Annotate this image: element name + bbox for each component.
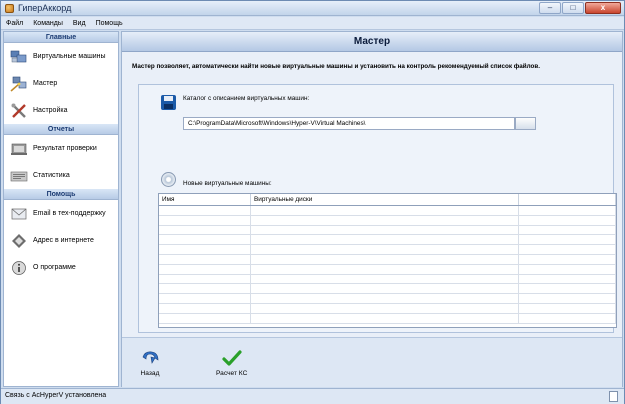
wizard-icon <box>10 76 28 92</box>
wizard-panel: Каталог с описанием виртуальных машин: C… <box>138 84 617 333</box>
compute-checksum-button[interactable]: Расчет КС <box>216 350 247 377</box>
sidebar-item-label: Email в тех-поддержку <box>33 210 106 217</box>
menu-commands[interactable]: Команды <box>28 17 68 29</box>
compute-label: Расчет КС <box>216 370 248 377</box>
sidebar-item-web-address[interactable]: Адрес в интернете <box>4 227 118 254</box>
disc-icon <box>161 172 176 187</box>
close-button[interactable]: x <box>585 2 621 14</box>
sidebar-item-label: Виртуальные машины <box>33 53 106 60</box>
about-icon <box>10 260 28 276</box>
sidebar-item-label: Настройка <box>33 107 68 114</box>
settings-tools-icon <box>10 103 28 119</box>
table-row[interactable] <box>159 303 616 314</box>
check-results-icon <box>10 141 28 157</box>
table-row[interactable] <box>159 274 616 285</box>
sidebar: Главные Виртуальные машины Мастер Настро… <box>3 31 119 387</box>
table-row[interactable] <box>159 294 616 304</box>
new-vms-label: Новые виртуальные машины: <box>183 180 272 187</box>
sidebar-item-virtual-machines[interactable]: Виртуальные машины <box>4 43 118 70</box>
table-row[interactable] <box>159 206 616 216</box>
column-extra[interactable] <box>519 194 616 205</box>
document-icon <box>609 391 618 402</box>
action-bar: Назад Расчет КС <box>122 337 622 387</box>
email-icon <box>10 206 28 222</box>
floppy-disk-icon <box>161 95 176 110</box>
app-logo-icon <box>5 4 14 13</box>
sidebar-item-check-results[interactable]: Результат проверки <box>4 135 118 162</box>
browse-button[interactable] <box>515 117 536 130</box>
sidebar-group-main[interactable]: Главные <box>4 32 118 43</box>
intro-text: Мастер позволяет, автоматически найти но… <box>132 63 541 70</box>
status-bar: Связь с AcHyperV установлена <box>1 388 624 404</box>
status-text: Связь с AcHyperV установлена <box>5 392 107 399</box>
sidebar-item-label: Мастер <box>33 80 58 87</box>
page-title: Мастер <box>122 32 622 52</box>
sidebar-item-wizard[interactable]: Мастер <box>4 70 118 97</box>
menu-bar: Файл Команды Вид Помощь <box>1 17 624 30</box>
back-label: Назад <box>140 370 160 377</box>
table-row[interactable] <box>159 254 616 265</box>
sidebar-item-label: Результат проверки <box>33 145 97 152</box>
table-header: Имя Виртуальные диски <box>159 194 616 206</box>
app-window: ГиперАккорд – □ x Файл Команды Вид Помощ… <box>0 0 625 404</box>
statistics-icon <box>10 168 28 184</box>
sidebar-item-label: Адрес в интернете <box>33 237 94 244</box>
back-arrow-icon <box>140 350 160 367</box>
sidebar-group-reports[interactable]: Отчеты <box>4 124 118 135</box>
main-panel: Мастер Мастер позволяет, автоматически н… <box>121 31 623 387</box>
table-row[interactable] <box>159 245 616 255</box>
web-address-icon <box>10 233 28 249</box>
sidebar-group-help[interactable]: Помощь <box>4 189 118 200</box>
vm-table[interactable]: Имя Виртуальные диски <box>158 193 617 328</box>
table-row[interactable] <box>159 225 616 236</box>
window-controls: – □ x <box>538 2 621 15</box>
menu-help[interactable]: Помощь <box>91 17 128 29</box>
minimize-button[interactable]: – <box>539 2 561 14</box>
column-name[interactable]: Имя <box>159 194 251 205</box>
sidebar-item-about[interactable]: О программе <box>4 254 118 281</box>
sidebar-item-statistics[interactable]: Статистика <box>4 162 118 189</box>
sidebar-item-email[interactable]: Email в тех-поддержку <box>4 200 118 227</box>
window-title: ГиперАккорд <box>18 3 72 13</box>
sidebar-item-settings[interactable]: Настройка <box>4 97 118 124</box>
menu-file[interactable]: Файл <box>1 17 28 29</box>
back-button[interactable]: Назад <box>140 350 160 377</box>
column-virtual-disks[interactable]: Виртуальные диски <box>251 194 519 205</box>
sidebar-item-label: Статистика <box>33 172 70 179</box>
menu-view[interactable]: Вид <box>68 17 91 29</box>
table-row[interactable] <box>159 235 616 246</box>
virtual-machines-icon <box>10 49 28 65</box>
checkmark-icon <box>222 350 242 367</box>
table-row[interactable] <box>159 215 616 226</box>
catalog-label: Каталог с описанием виртуальных машин: <box>183 95 310 102</box>
table-row[interactable] <box>159 313 616 324</box>
table-row[interactable] <box>159 264 616 275</box>
title-bar[interactable]: ГиперАккорд – □ x <box>1 1 624 16</box>
table-row[interactable] <box>159 284 616 295</box>
sidebar-item-label: О программе <box>33 264 76 271</box>
catalog-path-input[interactable]: C:\ProgramData\Microsoft\Windows\Hyper-V… <box>183 117 515 130</box>
maximize-button[interactable]: □ <box>562 2 584 14</box>
